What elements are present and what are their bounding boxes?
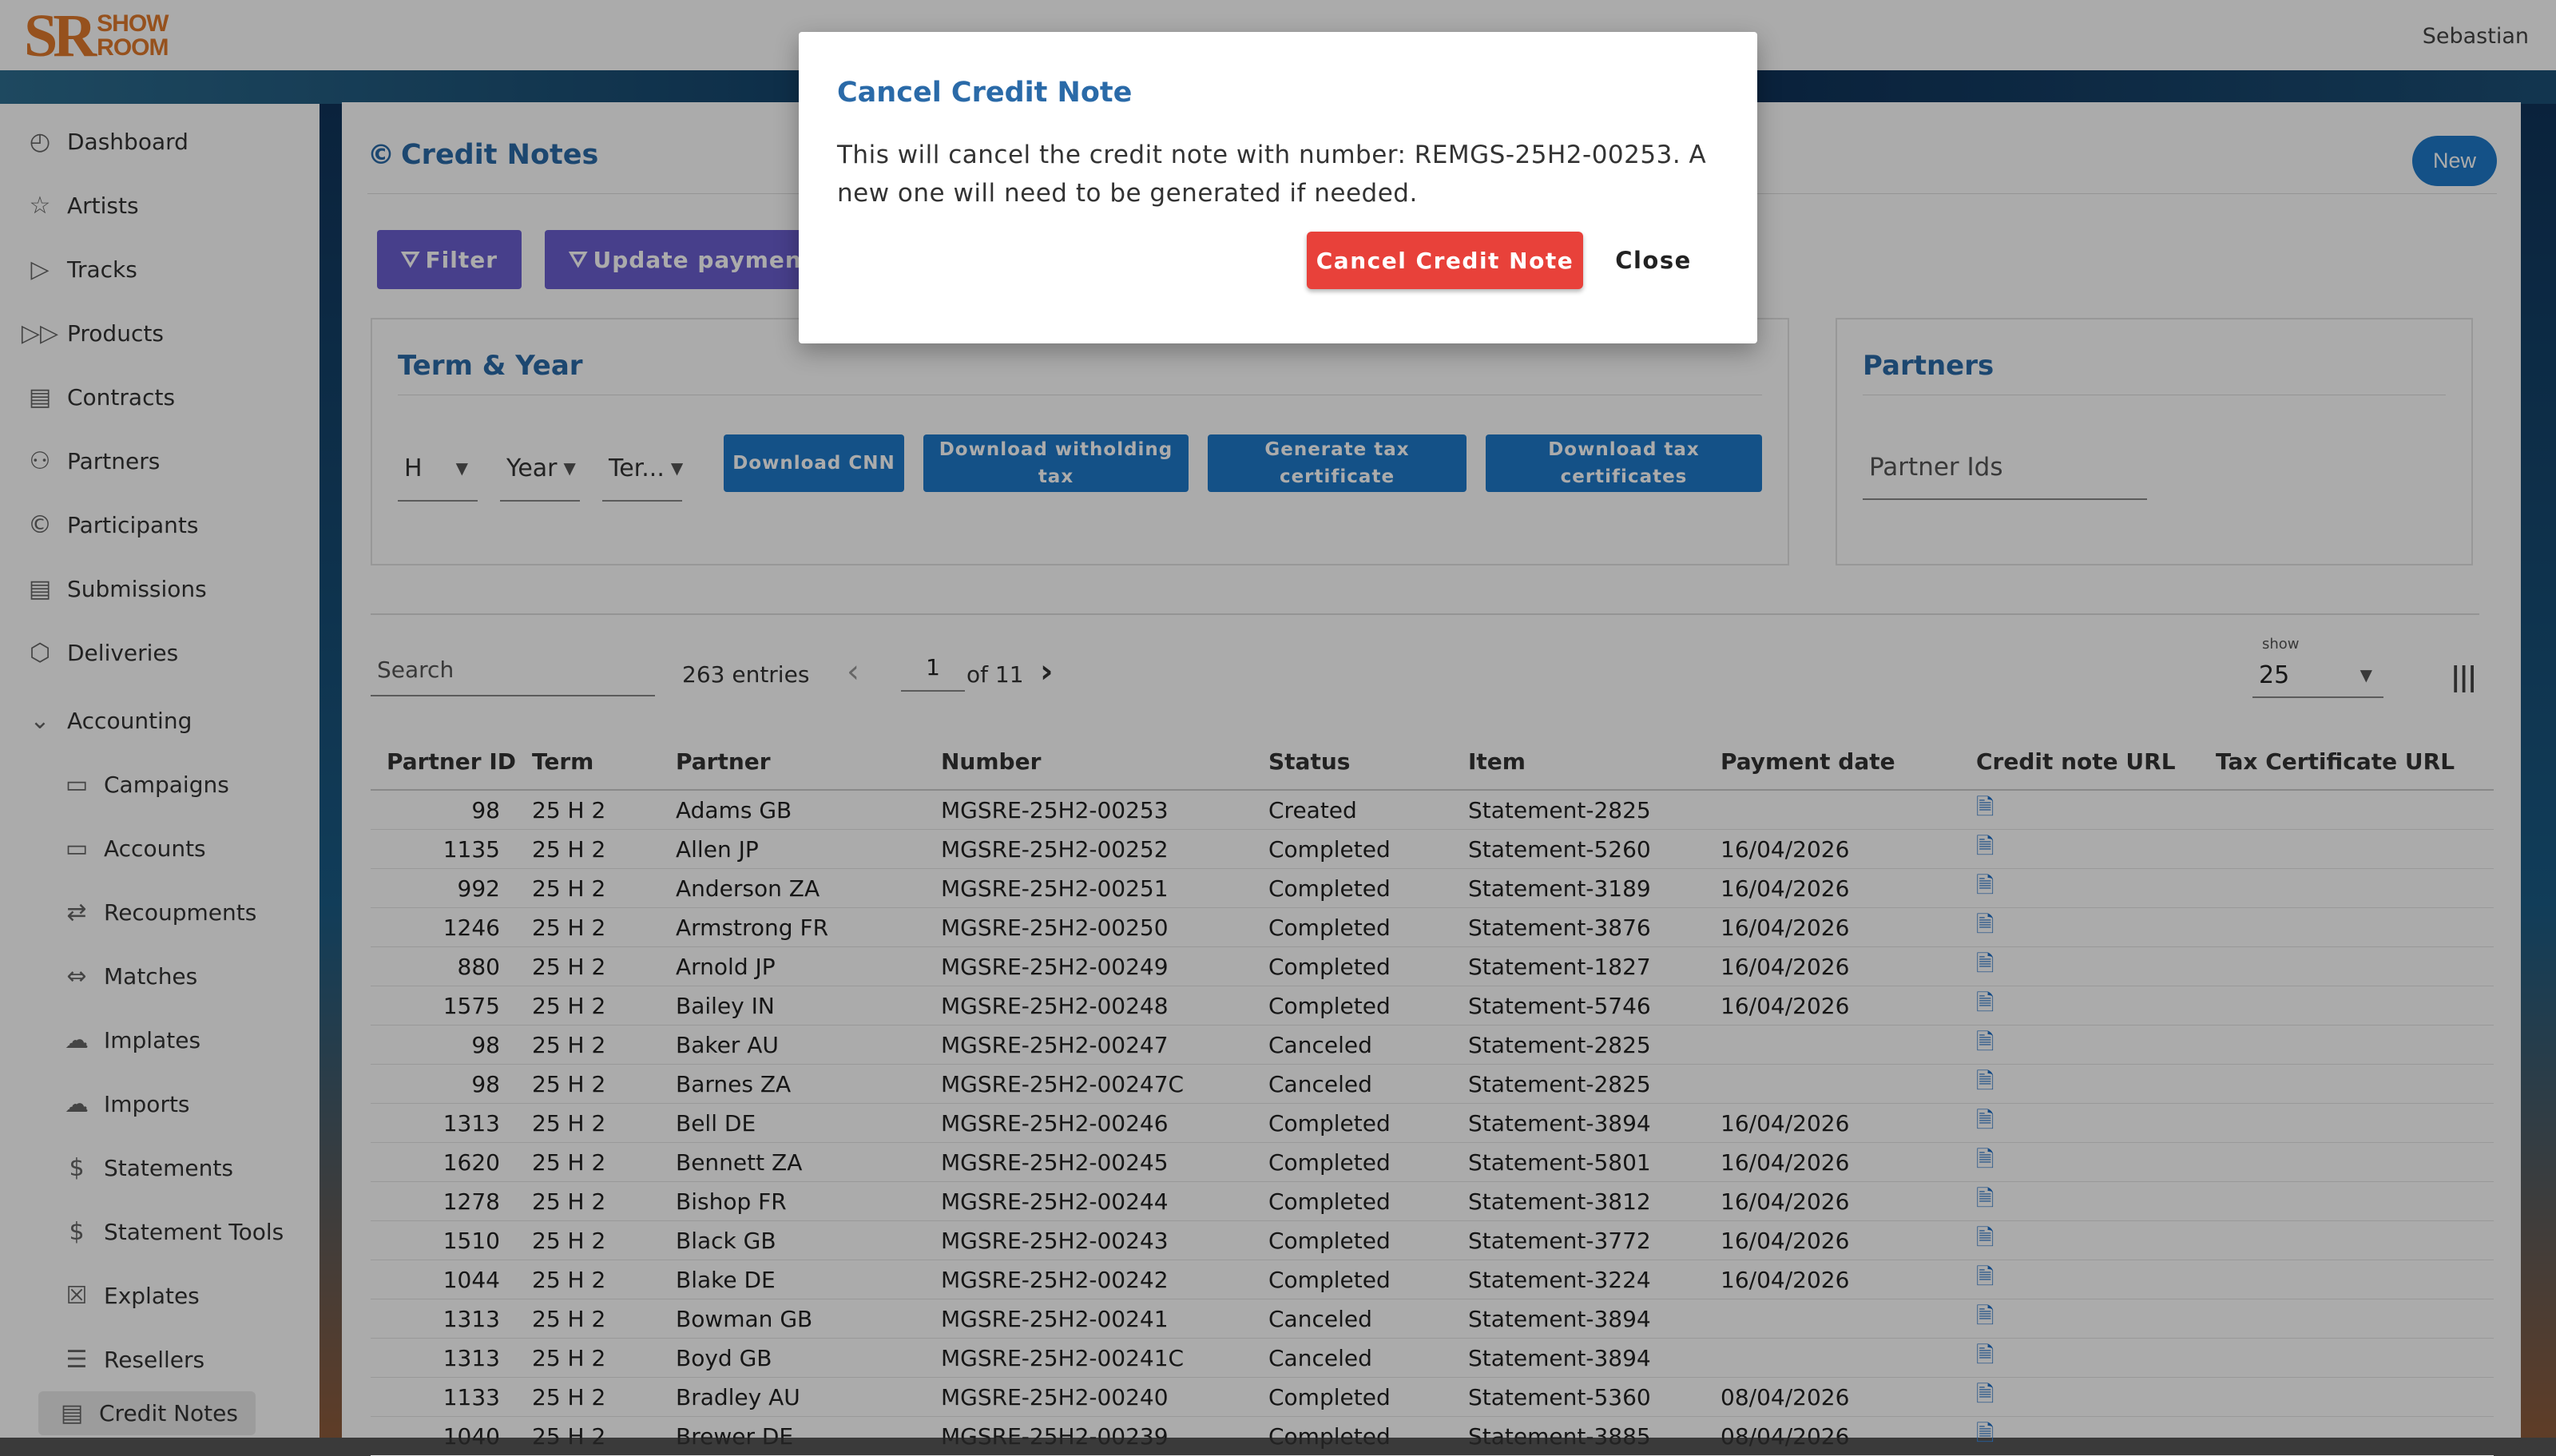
dialog-message: This will cancel the credit note with nu…: [837, 141, 1707, 208]
cancel-credit-note-button[interactable]: Cancel Credit Note: [1307, 232, 1583, 289]
cancel-credit-note-dialog: Cancel Credit Note This will cancel the …: [799, 32, 1757, 343]
close-button[interactable]: Close: [1598, 232, 1709, 289]
dialog-title: Cancel Credit Note: [837, 77, 1133, 109]
